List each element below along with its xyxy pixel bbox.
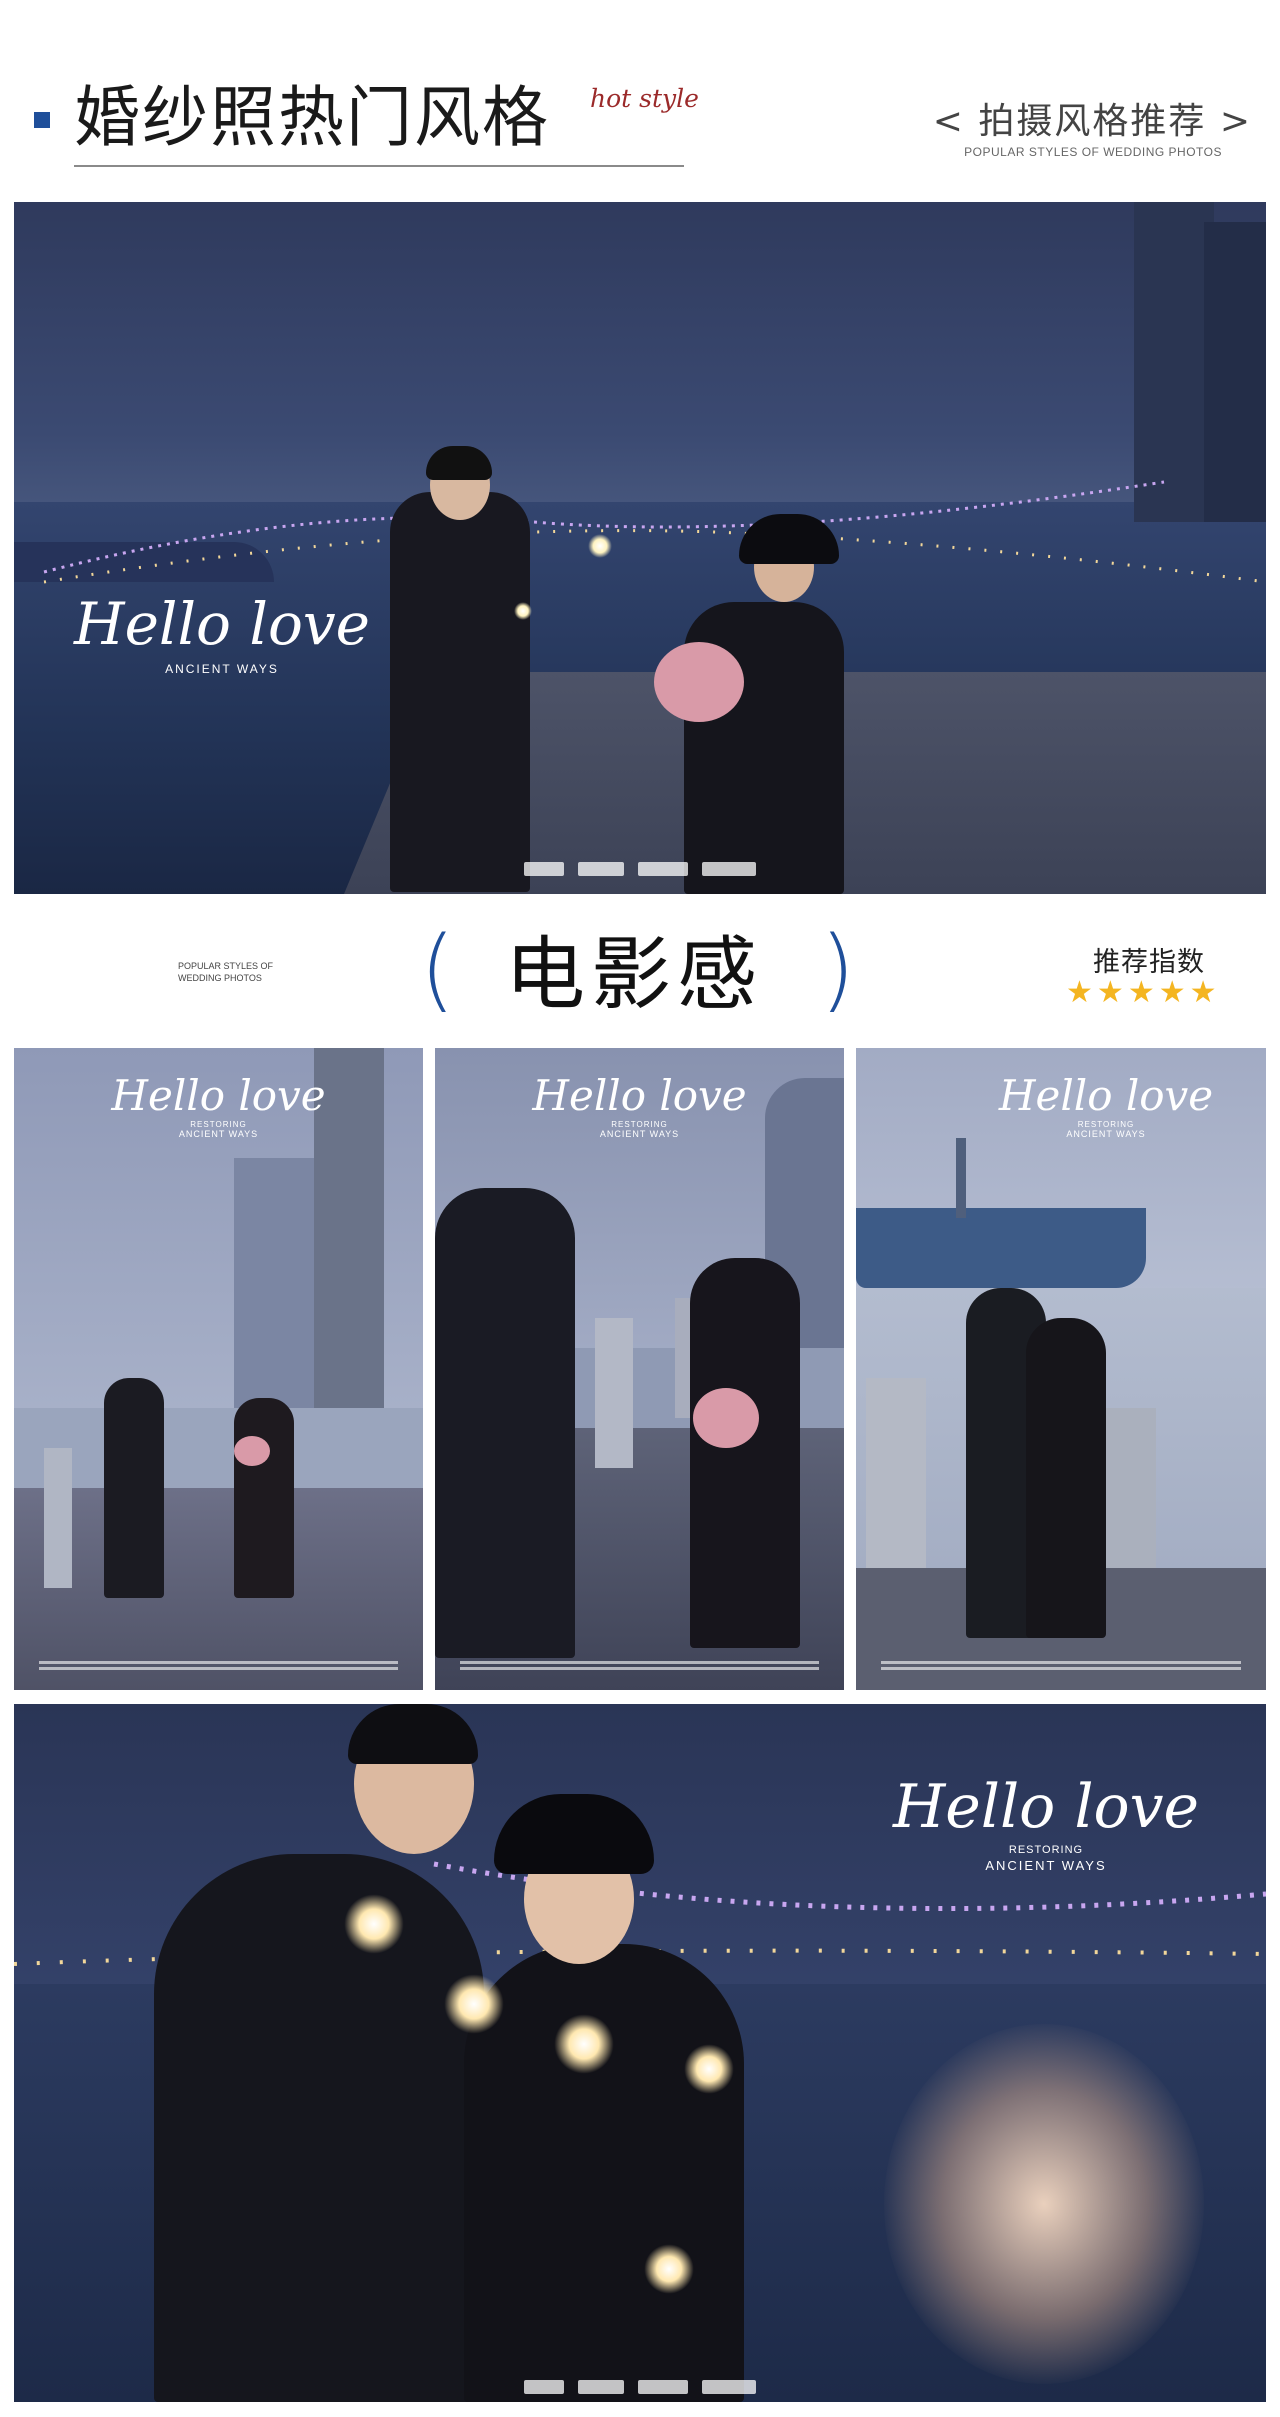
rating-label: 推荐指数 <box>1093 947 1205 978</box>
hello-love-overlay: Hello love RESTORING ANCIENT WAYS <box>946 1071 1266 1140</box>
groom-figure <box>390 492 530 892</box>
overlay-script: Hello love <box>532 1071 747 1120</box>
overlay-caption-line1: RESTORING <box>1077 1120 1135 1129</box>
rating-stars: ★ ★ ★ ★ ★ <box>1066 978 1217 1008</box>
overlay-caption-line1: RESTORING <box>1008 1844 1084 1856</box>
title-underline <box>74 165 684 167</box>
credit-block <box>459 1658 820 1670</box>
sparkler-light <box>554 2014 614 2074</box>
overlay-caption: ANCIENT WAYS <box>165 662 279 676</box>
overlay-caption-line1: RESTORING <box>611 1120 668 1129</box>
closeup-photo: Hello love RESTORING ANCIENT WAYS <box>14 1704 1266 2402</box>
sparkler-light <box>644 2244 694 2294</box>
credit-block <box>880 1658 1242 1670</box>
section-title: 电影感 <box>505 928 763 1021</box>
overlay-script: Hello love <box>74 590 370 658</box>
recommend-title: < 拍摄风格推荐 > <box>932 101 1252 142</box>
credit-logos <box>14 862 1266 876</box>
style-photo-1: Hello love RESTORING ANCIENT WAYS <box>14 1048 423 1690</box>
sparkler-light <box>344 1894 404 1954</box>
sparkler-light <box>684 2044 734 2094</box>
overlay-caption-line2: ANCIENT WAYS <box>599 1129 680 1139</box>
bouquet <box>654 642 744 722</box>
groom-hair <box>426 446 492 480</box>
star-icon: ★ <box>1066 975 1093 1010</box>
credit-logos <box>14 2380 1266 2394</box>
recommend-subtitle: POPULAR STYLES OF WEDDING PHOTOS <box>964 145 1222 159</box>
hello-love-overlay: Hello love RESTORING ANCIENT WAYS <box>435 1071 844 1140</box>
hero-photo: Hello love ANCIENT WAYS <box>14 202 1266 894</box>
section-small-caption: POPULAR STYLES OF WEDDING PHOTOS <box>178 961 274 983</box>
sparkler-light <box>444 1974 504 2034</box>
light-string <box>43 480 1266 584</box>
bride-figure <box>464 1944 744 2402</box>
section-paren-open: ( <box>420 917 456 1022</box>
credit-block <box>38 1658 399 1670</box>
overlay-caption-line2: ANCIENT WAYS <box>1066 1129 1146 1139</box>
section-paren-close: ) <box>820 917 856 1022</box>
style-photo-3: Hello love RESTORING ANCIENT WAYS <box>856 1048 1266 1690</box>
hello-love-overlay: Hello love RESTORING ANCIENT WAYS <box>856 1774 1236 1873</box>
star-icon: ★ <box>1127 975 1155 1010</box>
title-marker <box>34 112 50 128</box>
overlay-script: Hello love <box>111 1071 326 1120</box>
groom-figure <box>154 1854 484 2402</box>
overlay-caption-line1: RESTORING <box>190 1120 247 1129</box>
overlay-script: Hello love <box>892 1772 1200 1842</box>
star-icon: ★ <box>1096 975 1124 1010</box>
sparkler-light <box>588 534 612 558</box>
sparkler-bokeh <box>884 2024 1204 2384</box>
star-icon: ★ <box>1158 975 1186 1010</box>
page-subtitle: hot style <box>590 84 699 113</box>
style-photo-2: Hello love RESTORING ANCIENT WAYS <box>435 1048 844 1690</box>
overlay-script: Hello love <box>998 1071 1214 1120</box>
page-title: 婚纱照热门风格 <box>74 79 550 156</box>
sparkler-light <box>514 602 532 620</box>
overlay-caption-line2: ANCIENT WAYS <box>178 1129 259 1139</box>
hello-love-overlay: Hello love RESTORING ANCIENT WAYS <box>14 1071 423 1140</box>
overlay-caption-line2: ANCIENT WAYS <box>985 1858 1107 1873</box>
star-icon: ★ <box>1189 975 1217 1010</box>
hello-love-overlay: Hello love ANCIENT WAYS <box>62 592 382 676</box>
